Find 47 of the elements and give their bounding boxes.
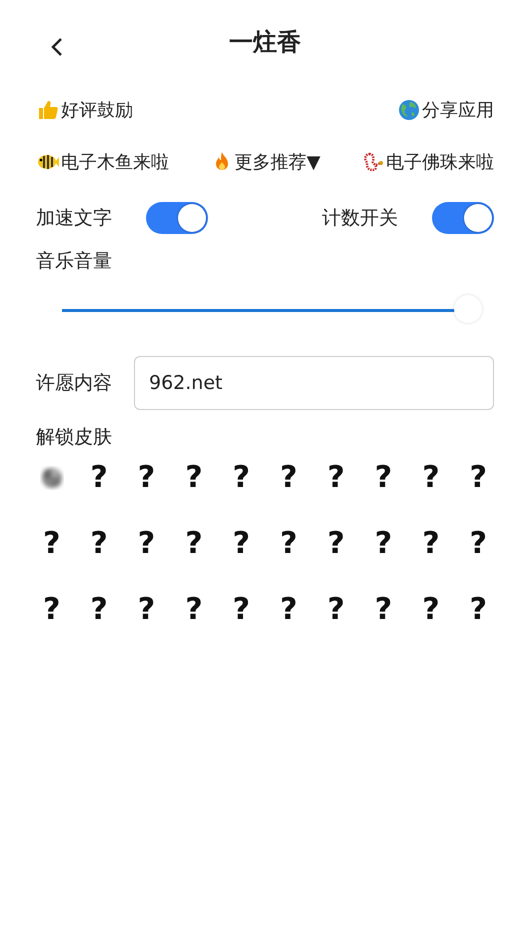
- locked-skin[interactable]: ?: [185, 592, 203, 628]
- bead-necklace-icon: [361, 150, 385, 174]
- toggle-switch[interactable]: [146, 202, 208, 234]
- switch-label: 加速文字: [36, 206, 112, 231]
- locked-skin[interactable]: ?: [90, 526, 108, 562]
- locked-skin[interactable]: ?: [42, 592, 60, 628]
- link[interactable]: 更多推荐▼: [210, 150, 320, 174]
- locked-skin[interactable]: ?: [422, 592, 440, 628]
- locked-skin[interactable]: ?: [422, 460, 440, 496]
- locked-skin[interactable]: ?: [138, 592, 156, 628]
- locked-skin[interactable]: ?: [470, 460, 487, 496]
- locked-skin[interactable]: ?: [185, 460, 203, 496]
- wish-label: 许愿内容: [36, 371, 112, 396]
- locked-skin[interactable]: ?: [138, 526, 156, 562]
- locked-skin[interactable]: ?: [185, 526, 203, 562]
- locked-skin[interactable]: ?: [138, 460, 156, 496]
- locked-skin[interactable]: ?: [42, 526, 60, 562]
- link[interactable]: 电子木鱼来啦: [36, 150, 169, 174]
- locked-skin[interactable]: ?: [90, 460, 108, 496]
- locked-skin[interactable]: ?: [232, 592, 250, 628]
- locked-skin[interactable]: ?: [90, 592, 108, 628]
- link[interactable]: 分享应用: [397, 98, 494, 122]
- thumbs-up-icon: [36, 98, 60, 122]
- locked-skin[interactable]: ?: [470, 592, 487, 628]
- locked-skin[interactable]: ?: [232, 460, 250, 496]
- wish-input[interactable]: 962.net: [134, 356, 494, 410]
- volume-label: 音乐音量: [36, 250, 112, 272]
- locked-skin[interactable]: ?: [280, 592, 298, 628]
- toggle-switch[interactable]: [432, 202, 494, 234]
- locked-skin[interactable]: ?: [422, 526, 440, 562]
- locked-skin[interactable]: ?: [327, 592, 345, 628]
- locked-skin[interactable]: ?: [470, 526, 487, 562]
- page-title: 一炷香: [229, 27, 301, 58]
- link[interactable]: 电子佛珠来啦: [361, 150, 494, 174]
- slider-thumb[interactable]: [454, 294, 482, 322]
- globe-icon: [397, 98, 421, 122]
- locked-skin[interactable]: ?: [327, 460, 345, 496]
- locked-skin[interactable]: ?: [374, 526, 392, 562]
- switch-label: 计数开关: [322, 206, 398, 231]
- link[interactable]: 好评鼓励: [36, 98, 133, 122]
- section-title: 解锁皮肤: [36, 425, 113, 450]
- locked-skin[interactable]: ?: [280, 526, 298, 562]
- locked-skin[interactable]: ?: [232, 526, 250, 562]
- locked-skin[interactable]: ?: [374, 460, 392, 496]
- locked-skin[interactable]: ?: [280, 460, 298, 496]
- locked-skin[interactable]: ?: [327, 526, 345, 562]
- locked-skin[interactable]: ?: [374, 592, 392, 628]
